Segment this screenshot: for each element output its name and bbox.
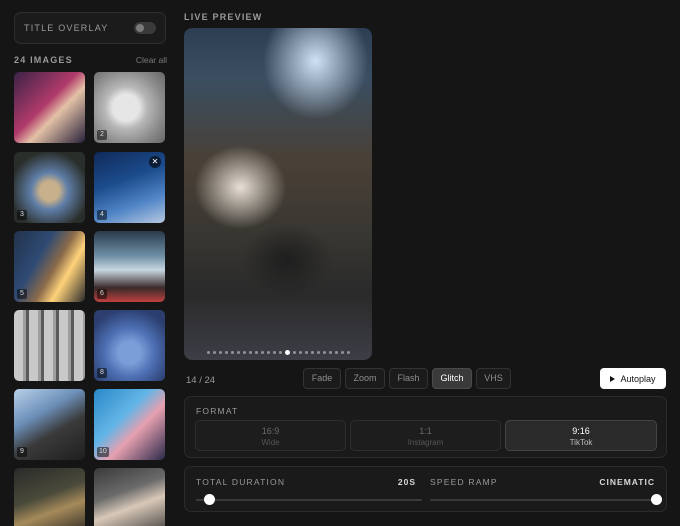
image-thumbnail[interactable] <box>14 72 85 143</box>
slide-dot[interactable] <box>254 351 258 354</box>
slide-dot[interactable] <box>272 351 276 354</box>
image-thumbnail[interactable]: 9 <box>14 389 85 460</box>
image-thumbnail[interactable]: ✕ 4 <box>94 152 165 223</box>
slide-dot[interactable] <box>206 351 210 354</box>
total-duration-slider-track[interactable] <box>196 499 422 501</box>
close-icon[interactable]: ✕ <box>149 156 161 168</box>
autoplay-label: Autoplay <box>620 373 656 384</box>
image-thumbnail[interactable] <box>94 468 165 526</box>
thumbnail-number: 5 <box>17 289 27 299</box>
slide-dot[interactable] <box>284 350 290 355</box>
autoplay-button[interactable]: Autoplay <box>600 368 666 389</box>
thumbnail-number: 10 <box>97 447 109 457</box>
slide-dot[interactable] <box>316 351 320 354</box>
transition-zoom-button[interactable]: Zoom <box>345 368 385 389</box>
slide-dot[interactable] <box>292 351 296 354</box>
slide-dot[interactable] <box>328 351 332 354</box>
image-thumbnail[interactable]: 6 <box>94 231 165 302</box>
slide-dot[interactable] <box>298 351 302 354</box>
toggle-knob <box>136 24 144 32</box>
slide-dot[interactable] <box>260 351 264 354</box>
timing-panel: TOTAL DURATION 20S SPEED RAMP CINEMATIC <box>184 466 667 512</box>
format-option-tiktok[interactable]: 9:16 TikTok <box>505 420 657 451</box>
transition-vhs-button[interactable]: VHS <box>476 368 511 389</box>
transition-glitch-button[interactable]: Glitch <box>432 368 472 389</box>
format-ratio: 9:16 <box>572 426 590 436</box>
slide-dot[interactable] <box>334 351 338 354</box>
images-count: 24 IMAGES <box>14 55 73 65</box>
speed-ramp-slider-track[interactable] <box>430 499 656 501</box>
format-ratio: 1:1 <box>419 426 432 436</box>
speed-ramp-slider-handle[interactable] <box>650 494 662 505</box>
transition-fade-button[interactable]: Fade <box>303 368 341 389</box>
thumbnail-number: 6 <box>97 289 107 299</box>
speed-ramp-label: SPEED RAMP <box>430 477 498 487</box>
slide-dot[interactable] <box>310 351 314 354</box>
slide-counter: 14 / 24 <box>186 375 216 386</box>
title-overlay-label: TITLE OVERLAY <box>24 23 109 33</box>
total-duration-label: TOTAL DURATION <box>196 477 286 487</box>
transition-flash-button[interactable]: Flash <box>389 368 428 389</box>
speed-ramp-value: CINEMATIC <box>599 477 655 487</box>
title-overlay-control: TITLE OVERLAY <box>14 12 166 44</box>
total-duration-slider-handle[interactable] <box>204 494 216 505</box>
thumbnail-number: 4 <box>97 210 107 220</box>
format-option-wide[interactable]: 16:9 Wide <box>195 420 346 451</box>
format-panel: FORMAT 16:9 Wide 1:1 Instagram 9:16 TikT… <box>184 396 667 458</box>
thumbnail-number: 2 <box>97 130 107 140</box>
slide-dot[interactable] <box>346 351 350 354</box>
slide-dot[interactable] <box>248 351 252 354</box>
thumbnail-number: 8 <box>97 368 107 378</box>
slide-dot[interactable] <box>278 351 282 354</box>
slide-dot[interactable] <box>236 351 240 354</box>
slide-dots <box>184 350 372 355</box>
image-thumbnail[interactable] <box>14 468 85 526</box>
image-thumbnail[interactable]: 3 <box>14 152 85 223</box>
thumbnail-number: 3 <box>17 210 27 220</box>
format-label: FORMAT <box>196 406 239 416</box>
format-ratio: 16:9 <box>261 426 280 436</box>
slide-dot[interactable] <box>224 351 228 354</box>
title-overlay-toggle[interactable] <box>134 22 156 34</box>
slide-dot[interactable] <box>266 351 270 354</box>
play-icon <box>610 375 616 382</box>
slide-dot[interactable] <box>242 351 246 354</box>
live-preview-label: LIVE PREVIEW <box>184 12 263 22</box>
image-thumbnail[interactable]: 2 <box>94 72 165 143</box>
image-thumbnail[interactable]: 8 <box>94 310 165 381</box>
slide-dot[interactable] <box>304 351 308 354</box>
thumbnail-number: 9 <box>17 447 27 457</box>
total-duration-value: 20S <box>397 477 416 487</box>
format-name: Wide <box>261 438 280 447</box>
slide-dot[interactable] <box>230 351 234 354</box>
live-preview-image <box>184 28 372 360</box>
slide-dot[interactable] <box>218 351 222 354</box>
images-header: 24 IMAGES Clear all <box>14 55 167 65</box>
format-name: TikTok <box>569 438 593 447</box>
format-name: Instagram <box>407 438 444 447</box>
image-thumbnail[interactable]: 10 <box>94 389 165 460</box>
format-option-instagram[interactable]: 1:1 Instagram <box>350 420 501 451</box>
slide-dot[interactable] <box>212 351 216 354</box>
clear-all-button[interactable]: Clear all <box>136 55 167 65</box>
slide-dot[interactable] <box>322 351 326 354</box>
image-thumbnail[interactable]: 5 <box>14 231 85 302</box>
image-thumbnail[interactable] <box>14 310 85 381</box>
slide-dot[interactable] <box>340 351 344 354</box>
